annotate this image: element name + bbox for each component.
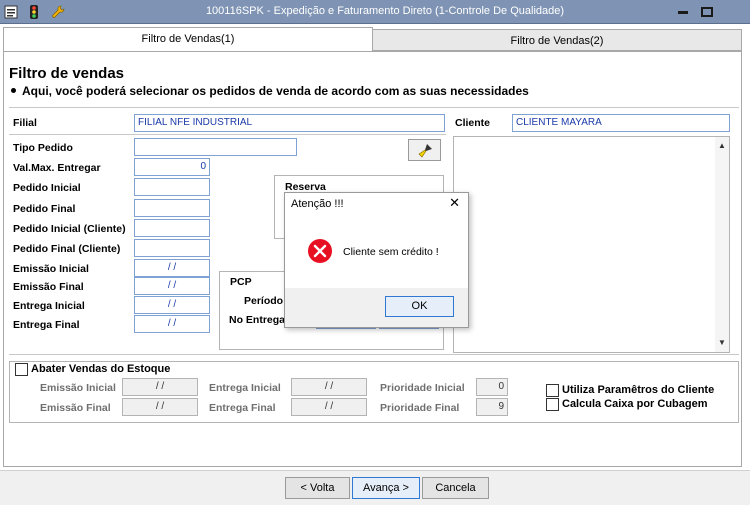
pedido-inicial-cliente-label: Pedido Inicial (Cliente) (13, 223, 126, 235)
utiliza-parametros-label: Utiliza Paramêtros do Cliente (562, 384, 715, 396)
cliente-list-scrollbar[interactable]: ▲ ▼ (715, 137, 729, 352)
pedido-final-cliente-field[interactable] (134, 239, 210, 257)
scroll-down-icon[interactable]: ▼ (715, 336, 729, 350)
calcula-caixa-checkbox[interactable] (546, 398, 559, 411)
emissao-final-field[interactable]: / / (134, 277, 210, 295)
estoque-emissao-final-field[interactable]: / / (122, 398, 198, 416)
ok-button[interactable]: OK (385, 296, 454, 317)
pedido-inicial-cliente-field[interactable] (134, 219, 210, 237)
entrega-final-field[interactable]: / / (134, 315, 210, 333)
tipo-pedido-label: Tipo Pedido (13, 142, 73, 154)
restore-icon[interactable] (700, 6, 714, 18)
tab-filtro-vendas-1[interactable]: Filtro de Vendas(1) (3, 27, 373, 51)
close-icon[interactable]: ✕ (449, 195, 460, 211)
next-button[interactable]: Avança > (352, 477, 420, 499)
traffic-light-icon[interactable] (27, 5, 41, 19)
menu-icon[interactable] (4, 5, 18, 19)
no-entrega-label: No Entrega (229, 314, 286, 326)
page-subtitle: Aqui, você poderá selecionar os pedidos … (22, 84, 529, 98)
estoque-emissao-final-label: Emissão Final (40, 402, 111, 414)
search-button[interactable] (408, 139, 441, 161)
emissao-final-label: Emissão Final (13, 281, 84, 293)
pedido-final-label: Pedido Final (13, 203, 76, 215)
header-divider (9, 107, 739, 108)
estoque-divider (9, 354, 739, 355)
filial-divider (9, 134, 446, 135)
val-max-label: Val.Max. Entregar (13, 162, 101, 174)
abater-estoque-checkbox[interactable] (15, 363, 28, 376)
emissao-inicial-label: Emissão Inicial (13, 263, 89, 275)
calcula-caixa-label: Calcula Caixa por Cubagem (562, 398, 708, 410)
page-title: Filtro de vendas (9, 65, 125, 82)
bullet-icon (11, 88, 16, 93)
filial-label: Filial (13, 117, 37, 129)
estoque-entrega-final-label: Entrega Final (209, 402, 276, 414)
back-button[interactable]: < Volta (285, 477, 350, 499)
dialog-footer: OK (285, 288, 468, 327)
estoque-emissao-inicial-field[interactable]: / / (122, 378, 198, 396)
estoque-entrega-inicial-field[interactable]: / / (291, 378, 367, 396)
error-icon (308, 239, 332, 263)
entrega-final-label: Entrega Final (13, 319, 80, 331)
emissao-inicial-field[interactable]: / / (134, 259, 210, 277)
estoque-entrega-final-field[interactable]: / / (291, 398, 367, 416)
pedido-final-field[interactable] (134, 199, 210, 217)
wrench-icon[interactable] (51, 5, 65, 19)
cancel-button[interactable]: Cancela (422, 477, 489, 499)
cliente-label: Cliente (455, 117, 491, 129)
prioridade-inicial-label: Prioridade Inicial (380, 382, 465, 394)
tab-bar: Filtro de Vendas(1) Filtro de Vendas(2) (3, 27, 742, 51)
val-max-field[interactable]: 0 (134, 158, 210, 176)
brush-icon (418, 144, 432, 158)
entrega-inicial-field[interactable]: / / (134, 296, 210, 314)
window-title: 100116SPK - Expedição e Faturamento Dire… (205, 5, 565, 17)
dialog-title: Atenção !!! (291, 198, 344, 210)
abater-estoque-label: Abater Vendas do Estoque (31, 363, 171, 375)
periodo-label: Período (244, 295, 284, 307)
scroll-up-icon[interactable]: ▲ (715, 139, 729, 153)
estoque-emissao-inicial-label: Emissão Inicial (40, 382, 116, 394)
filial-field[interactable]: FILIAL NFE INDUSTRIAL (134, 114, 445, 132)
tipo-pedido-field[interactable] (134, 138, 297, 156)
utiliza-parametros-checkbox[interactable] (546, 384, 559, 397)
pedido-inicial-label: Pedido Inicial (13, 182, 81, 194)
cliente-list[interactable] (453, 136, 730, 353)
pcp-label: PCP (230, 276, 252, 288)
cliente-field[interactable]: CLIENTE MAYARA (512, 114, 730, 132)
prioridade-inicial-field[interactable]: 0 (476, 378, 508, 396)
prioridade-final-label: Prioridade Final (380, 402, 460, 414)
dialog-message: Cliente sem crédito ! (343, 246, 439, 258)
tab-filtro-vendas-2[interactable]: Filtro de Vendas(2) (373, 29, 742, 51)
minimize-icon[interactable] (676, 6, 690, 18)
entrega-inicial-label: Entrega Inicial (13, 300, 85, 312)
window-titlebar: 100116SPK - Expedição e Faturamento Dire… (0, 0, 750, 24)
pedido-final-cliente-label: Pedido Final (Cliente) (13, 243, 121, 255)
pedido-inicial-field[interactable] (134, 178, 210, 196)
prioridade-final-field[interactable]: 9 (476, 398, 508, 416)
alert-dialog: Atenção !!! ✕ Cliente sem crédito ! OK (284, 192, 469, 328)
estoque-entrega-inicial-label: Entrega Inicial (209, 382, 281, 394)
